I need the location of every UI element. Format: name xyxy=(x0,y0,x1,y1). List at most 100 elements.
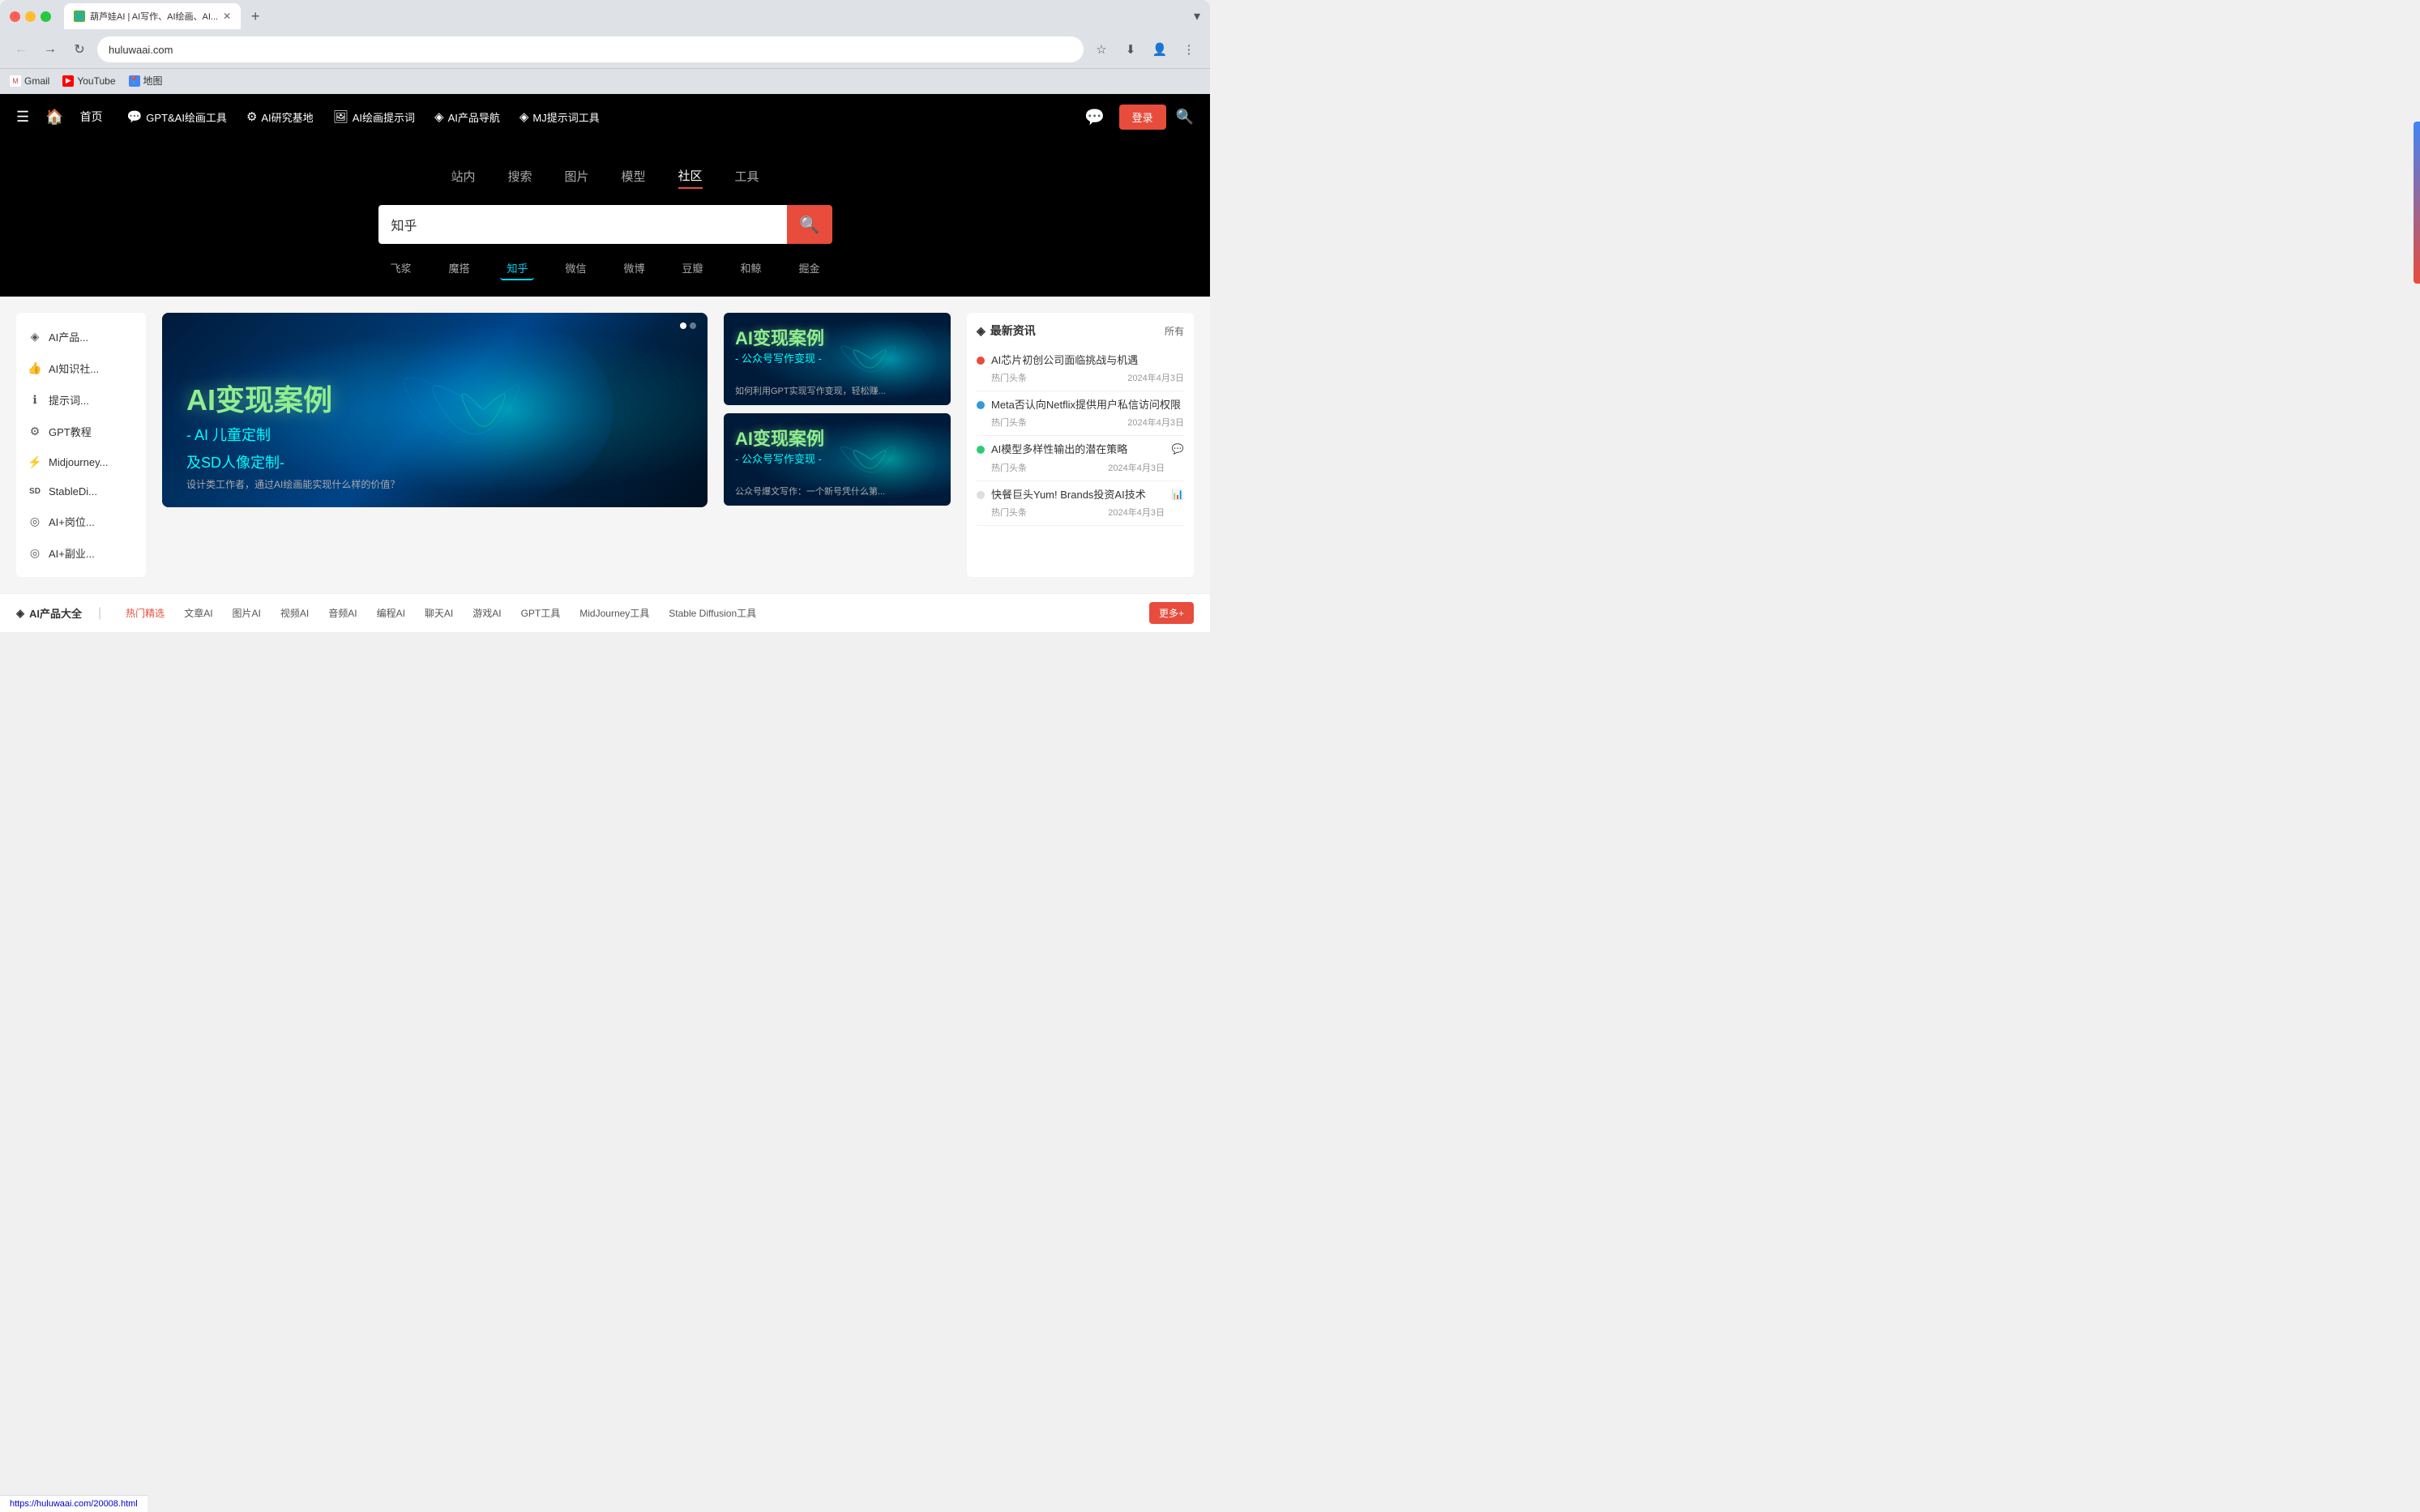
bookmark-youtube[interactable]: ▶ YouTube xyxy=(62,75,115,87)
address-input[interactable] xyxy=(97,36,1084,62)
bottom-tab-game[interactable]: 游戏AI xyxy=(464,603,509,623)
profile-icon[interactable]: 👤 xyxy=(1148,38,1171,61)
news-item-2[interactable]: Meta否认向Netflix提供用户私信访问权限 热门头条 2024年4月3日 xyxy=(977,391,1184,436)
back-button[interactable]: ← xyxy=(10,38,32,61)
news-body-1: AI芯片初创公司面临挑战与机遇 热门头条 2024年4月3日 xyxy=(991,353,1184,384)
minimize-button[interactable] xyxy=(25,11,36,22)
download-icon[interactable]: ⬇ xyxy=(1119,38,1142,61)
bottom-tab-video[interactable]: 视频AI xyxy=(272,603,317,623)
search-tabs: 站内 搜索 图片 模型 社区 工具 xyxy=(0,164,1210,189)
search-submit-icon: 🔍 xyxy=(799,215,819,235)
sidebar-item-midjourney[interactable]: ⚡ Midjourney... xyxy=(16,447,146,477)
hamburger-menu[interactable]: ☰ xyxy=(16,109,29,126)
banner-content: AI变现案例 - AI 儿童定制 及SD人像定制- 设计类工作者，通过AI绘画能… xyxy=(186,382,400,491)
sidebar-item-stable-diff[interactable]: SD StableDi... xyxy=(16,477,146,506)
nav-gpt-ai[interactable]: 💬 GPT&AI绘画工具 xyxy=(119,103,235,131)
reload-button[interactable]: ↻ xyxy=(68,38,91,61)
tab-dropdown-button[interactable]: ▾ xyxy=(1194,8,1200,24)
bottom-tab-chat[interactable]: 聊天AI xyxy=(417,603,461,623)
nav-ai-product[interactable]: ◈ AI产品导航 xyxy=(426,103,508,131)
news-item-4[interactable]: 快餐巨头Yum! Brands投资AI技术 热门头条 2024年4月3日 📊 xyxy=(977,481,1184,526)
sidebar-position-label: AI+岗位... xyxy=(49,514,95,529)
home-icon[interactable]: 🏠 xyxy=(45,109,63,126)
bookmark-star-icon[interactable]: ☆ xyxy=(1090,38,1113,61)
bottom-tab-code[interactable]: 编程AI xyxy=(369,603,413,623)
tab-site[interactable]: 站内 xyxy=(451,164,475,188)
bottom-tab-hot[interactable]: 热门精选 xyxy=(118,603,173,623)
news-item-1[interactable]: AI芯片初创公司面临挑战与机遇 热门头条 2024年4月3日 xyxy=(977,347,1184,391)
tab-tools[interactable]: 工具 xyxy=(735,164,759,188)
forward-button[interactable]: → xyxy=(39,38,62,61)
bottom-tab-gpt[interactable]: GPT工具 xyxy=(513,603,569,623)
quick-feijing[interactable]: 飞浆 xyxy=(383,257,417,280)
quick-juejin[interactable]: 掘金 xyxy=(793,257,827,280)
traffic-lights xyxy=(10,11,51,22)
tab-close-button[interactable]: ✕ xyxy=(223,11,231,22)
right-banner-2-desc: 公众号爆文写作：一个新号凭什么第... xyxy=(735,485,943,498)
sidebar-prompt-icon: ℹ xyxy=(28,393,42,407)
search-button[interactable]: 🔍 xyxy=(1176,109,1194,126)
carousel-dot-2[interactable] xyxy=(690,322,696,329)
sidebar: ◈ AI产品... 👍 AI知识社... ℹ 提示词... ⚙ GPT教程 ⚡ … xyxy=(16,313,146,577)
right-banner-1[interactable]: AI变现案例 - 公众号写作变现 - 如何利用GPT实现写作变现，轻松赚... xyxy=(724,313,951,405)
tab-image[interactable]: 图片 xyxy=(564,164,588,188)
quick-weibo[interactable]: 微博 xyxy=(618,257,652,280)
login-button[interactable]: 登录 xyxy=(1119,105,1166,130)
bottom-tab-mj[interactable]: MidJourney工具 xyxy=(571,603,657,623)
bottom-tab-sd[interactable]: Stable Diffusion工具 xyxy=(661,603,764,623)
right-banner-2-title: AI变现案例 xyxy=(735,425,824,451)
maximize-button[interactable] xyxy=(41,11,51,22)
menu-icon[interactable]: ⋮ xyxy=(1178,38,1200,61)
sidebar-item-ai-knowledge[interactable]: 👍 AI知识社... xyxy=(16,352,146,384)
right-banner-1-title: AI变现案例 xyxy=(735,324,824,350)
news-dot-2 xyxy=(977,401,985,409)
sidebar-item-prompt[interactable]: ℹ 提示词... xyxy=(16,384,146,416)
main-banner[interactable]: AI变现案例 - AI 儿童定制 及SD人像定制- 设计类工作者，通过AI绘画能… xyxy=(162,313,708,507)
news-date-3: 2024年4月3日 xyxy=(1108,461,1165,474)
news-body-4: 快餐巨头Yum! Brands投资AI技术 热门头条 2024年4月3日 xyxy=(991,488,1165,519)
maps-label: 地图 xyxy=(143,74,163,88)
bottom-tab-audio[interactable]: 音频AI xyxy=(320,603,365,623)
tab-model[interactable]: 模型 xyxy=(622,164,646,188)
new-tab-button[interactable]: + xyxy=(244,5,267,28)
quick-hexie[interactable]: 和鲸 xyxy=(734,257,768,280)
quick-weixin[interactable]: 微信 xyxy=(558,257,592,280)
tab-community[interactable]: 社区 xyxy=(678,164,703,189)
news-platform-icon-4: 📊 xyxy=(1171,488,1184,501)
news-body-2: Meta否认向Netflix提供用户私信访问权限 热门头条 2024年4月3日 xyxy=(991,398,1184,429)
carousel-dot-1[interactable] xyxy=(680,322,686,329)
sidebar-item-ai-products[interactable]: ◈ AI产品... xyxy=(16,321,146,352)
close-button[interactable] xyxy=(10,11,20,22)
search-submit-button[interactable]: 🔍 xyxy=(787,205,832,244)
active-tab[interactable]: 🌐 葫芦娃AI | AI写作、AI绘画、AI... ✕ xyxy=(64,3,241,29)
bookmark-maps[interactable]: 📍 地图 xyxy=(129,74,163,88)
right-banner-1-desc: 如何利用GPT实现写作变现，轻松赚... xyxy=(735,384,943,397)
sidebar-item-gpt-tutorial[interactable]: ⚙ GPT教程 xyxy=(16,416,146,447)
news-category-3: 热门头条 xyxy=(991,461,1027,474)
more-button[interactable]: 更多+ xyxy=(1149,602,1194,624)
sidebar-ai-products-label: AI产品... xyxy=(49,329,88,344)
main-content: AI变现案例 - AI 儿童定制 及SD人像定制- 设计类工作者，通过AI绘画能… xyxy=(162,313,708,577)
quick-zhihu[interactable]: 知乎 xyxy=(500,257,534,280)
news-item-3[interactable]: AI模型多样性输出的潜在策略 热门头条 2024年4月3日 💬 xyxy=(977,436,1184,481)
nav-ai-paint[interactable]: 🖼 AI绘画提示词 xyxy=(325,103,423,131)
news-date-1: 2024年4月3日 xyxy=(1127,371,1184,384)
quick-douban[interactable]: 豆瓣 xyxy=(676,257,710,280)
bookmark-gmail[interactable]: M Gmail xyxy=(10,75,49,87)
tab-search[interactable]: 搜索 xyxy=(507,164,532,188)
wechat-button[interactable]: 💬 xyxy=(1080,102,1110,131)
quick-mota[interactable]: 魔搭 xyxy=(442,257,476,280)
bottom-tab-article[interactable]: 文章AI xyxy=(176,603,220,623)
site-header: ☰ 🏠 首页 💬 GPT&AI绘画工具 ⚙ AI研究基地 🖼 AI绘画提示词 ◈… xyxy=(0,94,1210,139)
sidebar-item-ai-sideline[interactable]: ◎ AI+副业... xyxy=(16,537,146,569)
bottom-tab-image[interactable]: 图片AI xyxy=(224,603,269,623)
nav-mj-prompt[interactable]: ◈ MJ提示词工具 xyxy=(511,103,608,131)
address-icons: ☆ ⬇ 👤 ⋮ xyxy=(1090,38,1200,61)
search-input[interactable] xyxy=(378,205,787,244)
news-date-4: 2024年4月3日 xyxy=(1108,506,1165,519)
right-banner-2[interactable]: AI变现案例 - 公众号写作变现 - 公众号爆文写作：一个新号凭什么第... xyxy=(724,413,951,506)
news-all-button[interactable]: 所有 xyxy=(1165,324,1184,338)
nav-ai-research[interactable]: ⚙ AI研究基地 xyxy=(238,103,322,131)
sidebar-item-ai-position[interactable]: ◎ AI+岗位... xyxy=(16,506,146,537)
home-label[interactable]: 首页 xyxy=(80,109,103,125)
